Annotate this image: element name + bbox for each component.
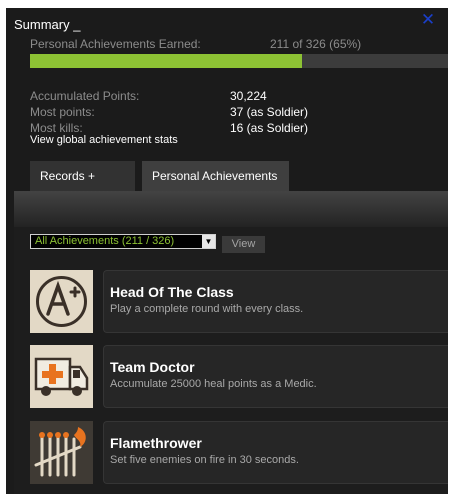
achievement-description: Set five enemies on fire in 30 seconds. — [110, 454, 299, 466]
achievements-progress-fill — [30, 54, 302, 68]
close-icon[interactable]: ✕ — [420, 12, 436, 29]
window-title: Summary _ — [14, 17, 81, 32]
view-global-stats-link[interactable]: View global achievement stats — [30, 134, 178, 146]
most-kills-label: Most kills: — [30, 121, 83, 135]
achievement-description: Play a complete round with every class. — [110, 303, 304, 315]
most-points-label: Most points: — [30, 105, 95, 119]
achievement-card[interactable]: Flamethrower Set five enemies on fire in… — [103, 421, 448, 484]
achievements-progress-bar — [30, 54, 448, 68]
filter-selected-value: All Achievements (211 / 326) — [35, 235, 175, 247]
accumulated-points-value: 30,224 — [230, 89, 267, 103]
achievement-card[interactable]: Head Of The Class Play a complete round … — [103, 270, 448, 333]
tab-personal-achievements[interactable]: Personal Achievements — [142, 161, 289, 191]
most-points-value: 37 (as Soldier) — [230, 105, 309, 119]
achievement-filter-select[interactable]: All Achievements (211 / 326) ▼ — [30, 234, 216, 249]
view-button[interactable]: View — [222, 236, 265, 253]
chevron-down-icon[interactable]: ▼ — [202, 235, 215, 248]
burning-matches-icon — [30, 421, 93, 484]
summary-window: Summary _ ✕ Personal Achievements Earned… — [6, 8, 448, 494]
achievements-earned-label: Personal Achievements Earned: — [30, 37, 201, 51]
a-plus-grade-icon — [30, 270, 93, 333]
content-header-bar — [14, 191, 448, 227]
achievement-description: Accumulate 25000 heal points as a Medic. — [110, 378, 317, 390]
tab-records-stats[interactable]: Records + Stats — [30, 161, 135, 213]
accumulated-points-label: Accumulated Points: — [30, 89, 140, 103]
achievement-title: Team Doctor — [110, 359, 195, 375]
ambulance-icon — [30, 345, 93, 408]
achievements-earned-value: 211 of 326 (65%) — [270, 37, 362, 51]
achievement-card[interactable]: Team Doctor Accumulate 25000 heal points… — [103, 345, 448, 408]
most-kills-value: 16 (as Soldier) — [230, 121, 309, 135]
achievement-title: Flamethrower — [110, 435, 202, 451]
achievement-title: Head Of The Class — [110, 284, 234, 300]
